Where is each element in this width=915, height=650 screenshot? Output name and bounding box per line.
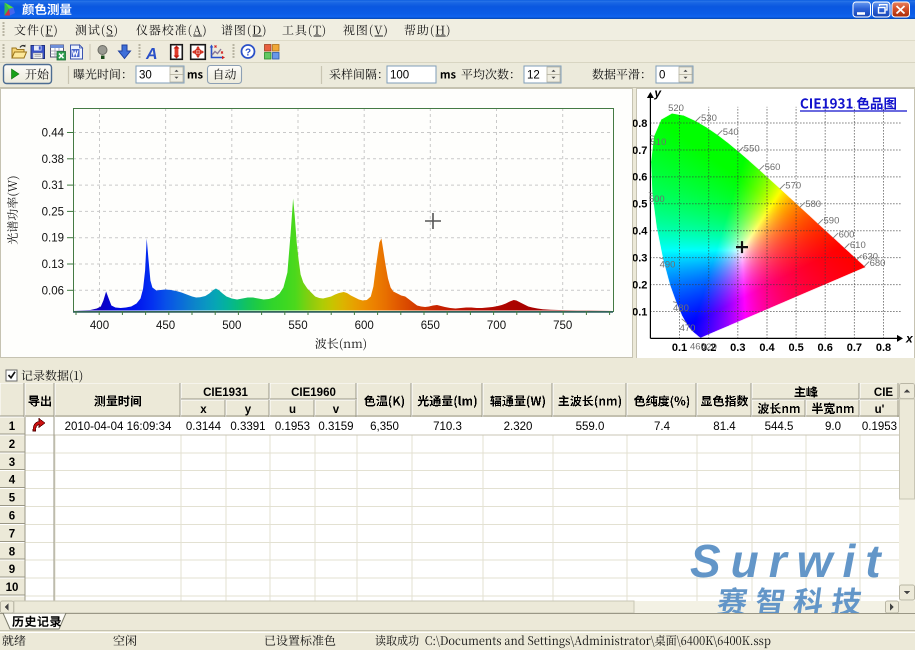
svg-text:0.5: 0.5 (788, 342, 803, 354)
svg-text:0.3: 0.3 (730, 342, 745, 354)
svg-text:y: y (245, 404, 252, 416)
svg-text:0.5: 0.5 (633, 199, 647, 211)
svg-text:4: 4 (9, 475, 16, 487)
svg-text:500: 500 (222, 320, 241, 332)
svg-text:2010-04-04 16:09:34: 2010-04-04 16:09:34 (65, 421, 172, 433)
svg-text:Surwit: Surwit (690, 535, 891, 587)
svg-text:500: 500 (649, 194, 665, 205)
svg-text:650: 650 (421, 320, 440, 332)
svg-text:CIE1960: CIE1960 (291, 387, 336, 399)
svg-text:0.31: 0.31 (42, 180, 64, 192)
svg-text:0.38: 0.38 (42, 154, 64, 166)
svg-text:0.8: 0.8 (876, 342, 891, 354)
svg-text:0.3391: 0.3391 (230, 421, 265, 433)
svg-text:0.1953: 0.1953 (862, 421, 897, 433)
svg-text:560: 560 (765, 162, 781, 173)
svg-text:0.4: 0.4 (633, 226, 648, 238)
svg-text:0.13: 0.13 (42, 259, 64, 271)
svg-text:u: u (289, 404, 296, 416)
svg-text:CIE: CIE (874, 387, 894, 399)
svg-text:5: 5 (9, 493, 16, 505)
svg-text:520: 520 (668, 103, 684, 114)
svg-text:0.1: 0.1 (633, 306, 647, 318)
svg-text:0.1: 0.1 (672, 342, 687, 354)
svg-text:0.06: 0.06 (42, 285, 64, 297)
svg-text:400: 400 (90, 320, 109, 332)
svg-text:6,350: 6,350 (370, 421, 399, 433)
svg-text:530: 530 (701, 113, 717, 124)
svg-text:680: 680 (870, 258, 886, 269)
svg-text:540: 540 (723, 127, 739, 138)
svg-text:0.6: 0.6 (633, 172, 647, 184)
svg-text:100: 100 (390, 70, 409, 82)
svg-text:0.2: 0.2 (633, 279, 647, 291)
svg-text:550: 550 (744, 144, 760, 155)
svg-text:420: 420 (701, 342, 717, 353)
svg-text:0.3144: 0.3144 (186, 421, 222, 433)
svg-text:470: 470 (680, 323, 696, 334)
svg-text:u': u' (875, 404, 885, 416)
svg-text:1: 1 (9, 421, 16, 433)
svg-text:570: 570 (785, 181, 801, 192)
svg-text:9: 9 (9, 564, 15, 576)
svg-text:0.7: 0.7 (633, 145, 647, 157)
svg-text:0.44: 0.44 (42, 128, 65, 140)
svg-text:510: 510 (651, 137, 667, 148)
svg-text:?: ? (245, 48, 251, 59)
svg-text:600: 600 (839, 230, 855, 241)
svg-text:2: 2 (9, 439, 15, 451)
svg-text:30: 30 (139, 70, 152, 82)
svg-text:7.4: 7.4 (654, 421, 671, 433)
svg-text:710.3: 710.3 (433, 421, 462, 433)
svg-text:490: 490 (660, 260, 676, 271)
svg-text:450: 450 (156, 320, 175, 332)
svg-text:0.3: 0.3 (633, 252, 647, 264)
svg-text:3: 3 (9, 457, 15, 469)
svg-text:480: 480 (673, 303, 689, 314)
svg-text:CIE1931: CIE1931 (203, 387, 248, 399)
svg-text:0.4: 0.4 (759, 342, 775, 354)
svg-text:y: y (653, 88, 662, 100)
svg-text:544.5: 544.5 (765, 421, 794, 433)
svg-text:2.320: 2.320 (504, 421, 533, 433)
svg-text:10: 10 (6, 582, 19, 594)
svg-text:0: 0 (659, 70, 665, 82)
svg-text:0.1953: 0.1953 (275, 421, 310, 433)
svg-text:A: A (145, 46, 158, 63)
svg-text:7: 7 (9, 528, 15, 540)
svg-text:0.6: 0.6 (818, 342, 833, 354)
svg-text:550: 550 (288, 320, 307, 332)
svg-text:0.25: 0.25 (42, 206, 64, 218)
svg-text:610: 610 (850, 240, 866, 251)
svg-text:12: 12 (527, 70, 540, 82)
svg-text:v: v (333, 404, 340, 416)
svg-text:9.0: 9.0 (825, 421, 841, 433)
svg-text:0.3159: 0.3159 (318, 421, 353, 433)
svg-text:559.0: 559.0 (576, 421, 605, 433)
svg-text:x: x (905, 331, 914, 345)
svg-text:580: 580 (805, 199, 821, 210)
svg-text:81.4: 81.4 (713, 421, 736, 433)
svg-text:750: 750 (553, 320, 572, 332)
svg-text:600: 600 (355, 320, 374, 332)
svg-text:0.8: 0.8 (633, 118, 647, 130)
svg-text:8: 8 (9, 546, 16, 558)
svg-text:6: 6 (9, 511, 15, 523)
svg-text:x: x (200, 404, 207, 416)
svg-text:590: 590 (824, 216, 840, 227)
svg-text:700: 700 (487, 320, 506, 332)
svg-text:0.7: 0.7 (847, 342, 862, 354)
svg-text:0.19: 0.19 (42, 233, 64, 245)
